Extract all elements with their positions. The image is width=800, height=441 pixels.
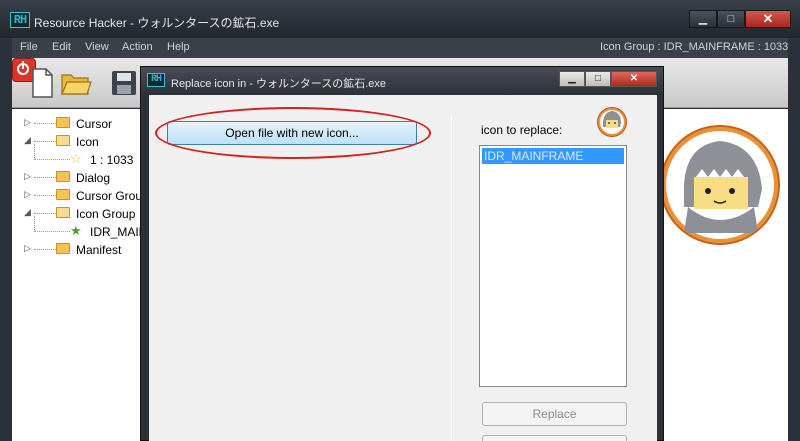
expand-arrow-icon[interactable]: ▷ [24,189,34,200]
dialog-close-button[interactable]: ✕ [611,71,657,87]
menu-edit[interactable]: Edit [52,41,71,53]
dialog-maximize-button[interactable]: □ [585,71,611,87]
star-icon: ☆ [70,151,82,166]
folder-icon [56,243,70,254]
folder-icon [56,117,70,128]
open-folder-icon [56,207,70,218]
save-icon[interactable] [108,66,140,100]
tree-label: Icon [76,135,99,149]
vertical-divider [451,115,452,441]
status-text: Icon Group : IDR_MAINFRAME : 1033 [600,41,789,53]
tree-label: Manifest [76,243,122,257]
tree-label: Icon Group [76,207,136,221]
list-item[interactable]: IDR_MAINFRAME [482,148,624,164]
resource-tree: ▷ Cursor ◢ Icon ☆ 1 : 1033 ▷ Dialog ▷ Cu… [12,109,149,441]
current-icon-thumbnail [597,107,627,137]
replace-button[interactable]: Replace [482,402,627,426]
tree-label: Cursor [76,117,113,131]
menu-file[interactable]: File [20,41,38,53]
menu-action[interactable]: Action [122,41,153,53]
open-folder-icon [56,135,70,146]
close-button[interactable]: ✕ [745,10,791,28]
new-file-icon[interactable] [26,66,58,100]
expand-arrow-icon[interactable]: ▷ [24,117,34,128]
open-file-with-new-icon-button[interactable]: Open file with new icon... [167,121,417,145]
dialog-titlebar[interactable]: RH Replace icon in - ウォルンタースの鉱石.exe ▁ □ … [141,67,663,95]
open-folder-icon[interactable] [60,66,92,100]
star-icon: ★ [70,223,82,238]
folder-icon [56,171,70,182]
maximize-button[interactable]: □ [717,10,745,28]
collapse-arrow-icon[interactable]: ◢ [24,207,34,218]
icon-to-replace-label: icon to replace: [481,123,563,137]
tree-label: 1 : 1033 [90,153,134,167]
replace-icon-dialog: RH Replace icon in - ウォルンタースの鉱石.exe ▁ □ … [140,66,664,441]
dialog-minimize-button[interactable]: ▁ [559,71,585,87]
menu-help[interactable]: Help [167,41,190,53]
menu-bar: File Edit View Action Help Icon Group : … [12,38,788,58]
app-logo: RH [10,12,30,28]
expand-arrow-icon[interactable]: ▷ [24,171,34,182]
window-title: Resource Hacker - ウォルンタースの鉱石.exe [34,16,280,30]
collapse-arrow-icon[interactable]: ◢ [24,135,34,146]
tree-label: Dialog [76,171,111,185]
menu-view[interactable]: View [85,41,109,53]
icon-preview-panel [660,109,788,441]
tree-label: IDR_MAIN [90,225,148,239]
main-titlebar[interactable]: RH Resource Hacker - ウォルンタースの鉱石.exe ▁ □ … [0,0,800,38]
dialog-bottom-button[interactable] [482,435,627,441]
dialog-body: Open file with new icon... icon to repla… [149,95,657,441]
folder-icon [56,189,70,200]
dialog-app-logo: RH [147,73,165,87]
icon-list[interactable]: IDR_MAINFRAME [479,145,627,387]
expand-arrow-icon[interactable]: ▷ [24,243,34,254]
tree-label: Cursor Group [76,189,149,203]
dialog-title: Replace icon in - ウォルンタースの鉱石.exe [171,78,387,90]
shark-hood-character-icon [660,125,780,245]
minimize-button[interactable]: ▁ [689,10,717,28]
